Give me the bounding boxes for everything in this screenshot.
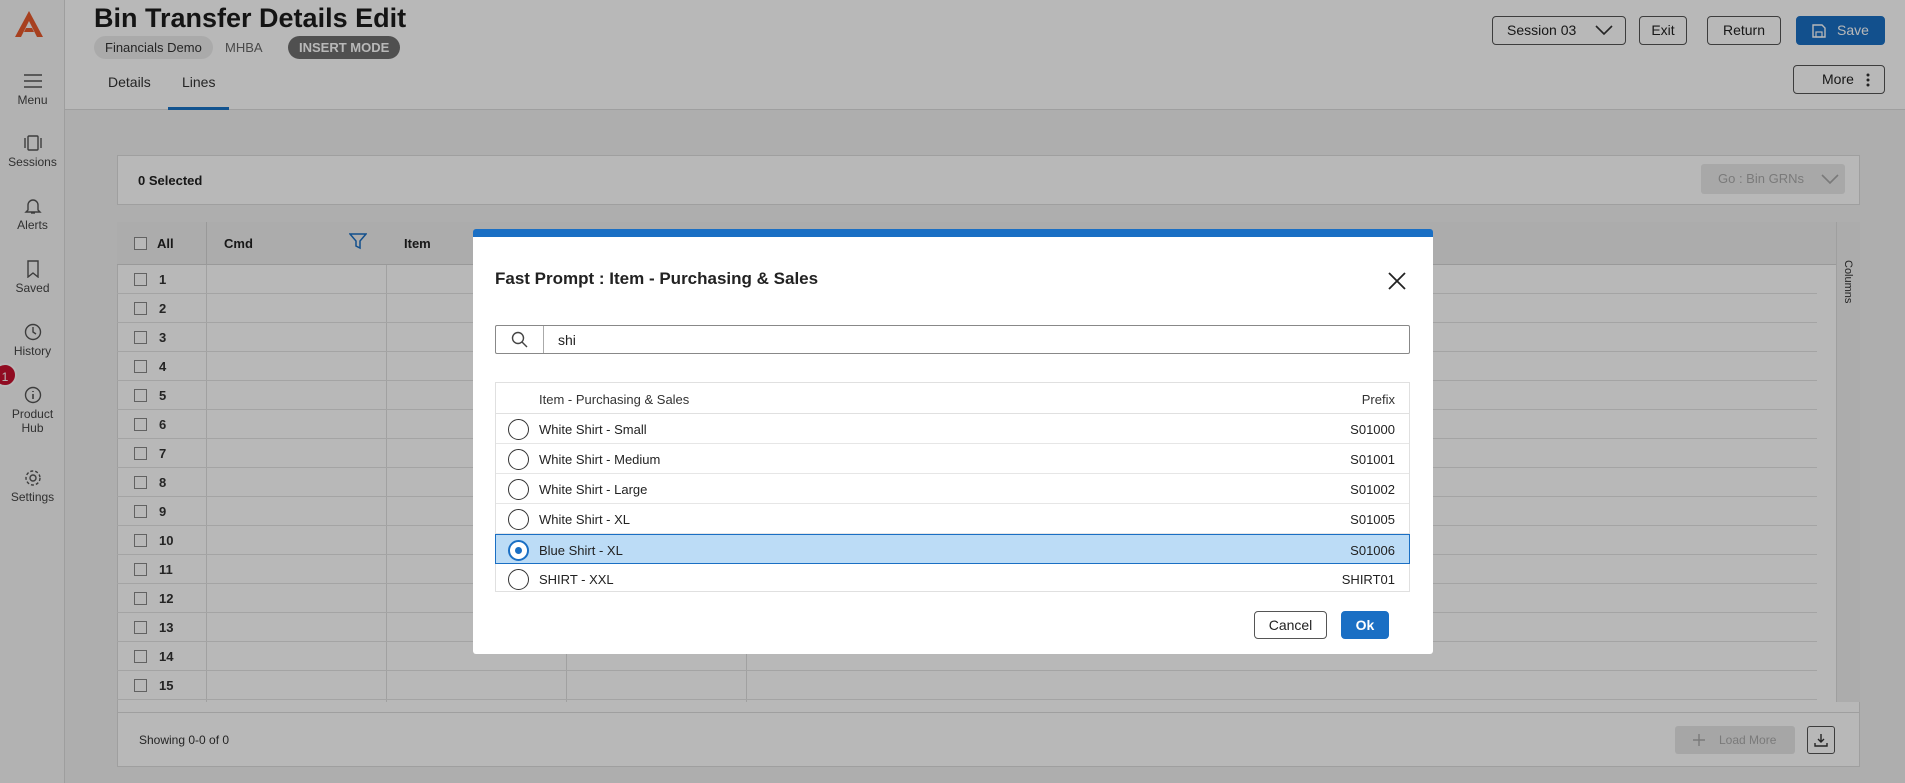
- row-radio[interactable]: [508, 509, 529, 530]
- row-radio[interactable]: [508, 569, 529, 590]
- list-item[interactable]: White Shirt - Large S01002: [496, 474, 1409, 504]
- fast-prompt-dialog: Fast Prompt : Item - Purchasing & Sales …: [473, 229, 1433, 654]
- row-radio[interactable]: [508, 449, 529, 470]
- list-item-selected[interactable]: Blue Shirt - XL S01006: [495, 534, 1410, 564]
- item-prefix: S01000: [1350, 422, 1395, 437]
- cancel-button[interactable]: Cancel: [1254, 611, 1327, 639]
- search-icon: [511, 331, 528, 348]
- row-radio[interactable]: [508, 479, 529, 500]
- row-radio[interactable]: [508, 419, 529, 440]
- search-input[interactable]: shi: [495, 325, 1410, 354]
- results-list: Item - Purchasing & Sales Prefix White S…: [495, 382, 1410, 592]
- item-name: SHIRT - XXL: [539, 572, 614, 587]
- item-prefix: S01002: [1350, 482, 1395, 497]
- item-prefix: S01005: [1350, 512, 1395, 527]
- ok-button[interactable]: Ok: [1341, 611, 1389, 639]
- item-name: Blue Shirt - XL: [539, 543, 623, 558]
- col-prefix: Prefix: [1361, 392, 1395, 407]
- item-name: White Shirt - Small: [539, 422, 647, 437]
- list-item[interactable]: White Shirt - XL S01005: [496, 504, 1409, 534]
- row-radio-checked[interactable]: [508, 540, 529, 561]
- item-name: White Shirt - XL: [539, 512, 631, 527]
- results-header: Item - Purchasing & Sales Prefix: [496, 383, 1409, 414]
- list-item[interactable]: White Shirt - Medium S01001: [496, 444, 1409, 474]
- close-icon[interactable]: [1387, 271, 1407, 291]
- item-name: White Shirt - Large: [539, 482, 648, 497]
- item-prefix: SHIRT01: [1341, 572, 1395, 587]
- item-name: White Shirt - Medium: [539, 452, 661, 467]
- list-item[interactable]: SHIRT - XXL SHIRT01: [496, 564, 1409, 594]
- search-icon-box: [496, 326, 544, 353]
- search-value: shi: [558, 332, 576, 348]
- list-item[interactable]: White Shirt - Small S01000: [496, 414, 1409, 444]
- col-item-purchasing-sales: Item - Purchasing & Sales: [539, 392, 690, 407]
- item-prefix: S01006: [1350, 543, 1395, 558]
- dialog-title: Fast Prompt : Item - Purchasing & Sales: [495, 269, 819, 288]
- item-prefix: S01001: [1350, 452, 1395, 467]
